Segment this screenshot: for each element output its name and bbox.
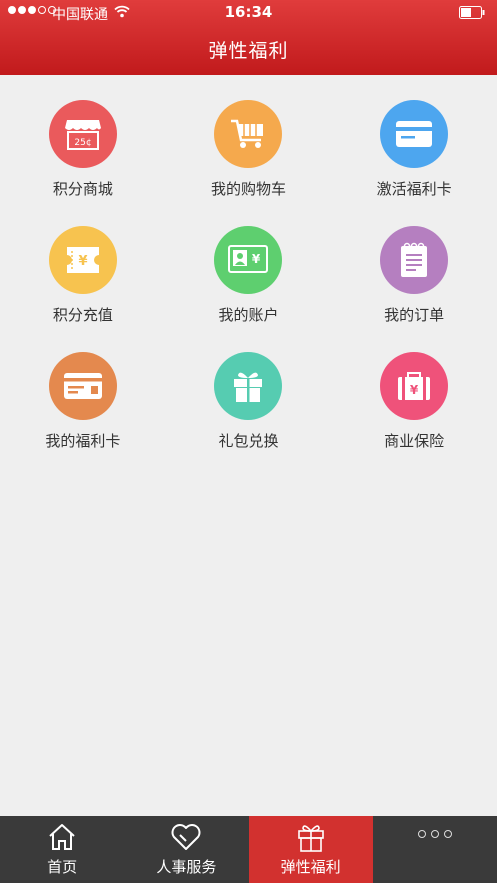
grid-item-gift-redeem[interactable]: 礼包兑换 — [166, 352, 332, 462]
welfare-card-icon — [48, 352, 117, 420]
grid-item-commercial-insurance[interactable]: ¥ 商业保险 — [331, 352, 497, 462]
grid-item-label: 商业保险 — [384, 432, 445, 450]
svg-text:25¢: 25¢ — [74, 138, 91, 148]
grid-item-label: 我的账户 — [218, 306, 279, 324]
shopping-cart-icon — [214, 100, 283, 168]
tab-label: 人事服务 — [156, 858, 217, 876]
grid-item-points-mall[interactable]: 25¢ 积分商城 — [0, 100, 166, 210]
grid-item-my-welfare-card[interactable]: 我的福利卡 — [0, 352, 166, 462]
grid-item-label: 积分商城 — [52, 180, 113, 198]
grid-item-shopping-cart[interactable]: 我的购物车 — [166, 100, 332, 210]
account-id-icon: ¥ — [214, 226, 283, 294]
card-icon — [380, 100, 449, 168]
grid-item-label: 我的订单 — [384, 306, 445, 324]
grid-item-my-orders[interactable]: 我的订单 — [331, 226, 497, 336]
store-icon: 25¢ — [48, 100, 117, 168]
heart-icon — [124, 823, 248, 851]
tab-flexible-benefits[interactable]: 弹性福利 — [248, 816, 373, 883]
battery-icon — [459, 6, 485, 23]
gift-icon — [249, 823, 373, 853]
tab-label: 首页 — [47, 858, 78, 876]
grid-item-label: 积分充值 — [52, 306, 113, 324]
svg-text:¥: ¥ — [410, 383, 419, 397]
insurance-briefcase-icon: ¥ — [380, 352, 449, 420]
svg-text:¥: ¥ — [252, 252, 261, 266]
grid-item-points-recharge[interactable]: ¥ 积分充值 — [0, 226, 166, 336]
grid-item-my-account[interactable]: ¥ 我的账户 — [166, 226, 332, 336]
ticket-icon: ¥ — [48, 226, 117, 294]
clock: 16:34 — [224, 3, 273, 21]
home-icon — [0, 823, 124, 851]
order-notepad-icon — [380, 226, 449, 294]
status-bar: 中国联通 16:34 — [0, 0, 497, 26]
page-title: 弹性福利 — [208, 40, 289, 62]
grid-item-label: 礼包兑换 — [218, 432, 279, 450]
tab-hr-services[interactable]: 人事服务 — [124, 816, 248, 883]
gift-icon — [214, 352, 283, 420]
header-bar: 中国联通 16:34 弹性福利 — [0, 0, 497, 75]
grid-item-activate-card[interactable]: 激活福利卡 — [331, 100, 497, 210]
grid-item-label: 我的福利卡 — [45, 432, 121, 450]
bottom-tab-bar: 首页 人事服务 弹性福利 — [0, 816, 497, 883]
feature-grid: 25¢ 积分商城 我的购物车 激活福利卡 ¥ 积分充值 ¥ 我的账户 我的订单 … — [0, 100, 497, 462]
tab-label: 弹性福利 — [280, 858, 341, 876]
grid-item-label: 我的购物车 — [210, 180, 286, 198]
grid-item-label: 激活福利卡 — [376, 180, 452, 198]
svg-text:¥: ¥ — [78, 254, 87, 269]
tab-more[interactable] — [373, 816, 497, 883]
more-icon — [373, 830, 497, 838]
tab-home[interactable]: 首页 — [0, 816, 124, 883]
